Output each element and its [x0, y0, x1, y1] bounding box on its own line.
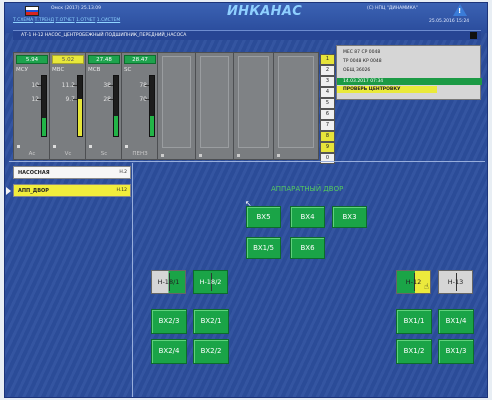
channel-value: 5.94 [16, 55, 48, 64]
event-timestamp: 14.03.2017 07:34 [337, 78, 482, 85]
info-panel: МЕС 87 СР 0048 ТР 0048 КР 0048 ОБЩ 36026… [336, 45, 482, 100]
channel-bar [41, 75, 47, 137]
nav-link-scheme[interactable]: Т.СХЕМА [13, 18, 33, 23]
channel-unit: Ас [28, 151, 36, 157]
logo: ИНКАНАС [227, 4, 303, 19]
schematic-title: АППАРАТНЫЙ ДВОР [271, 185, 344, 193]
title-bar: АТ-1 Н-12 НАСОС_ЦЕНТРОБЕЖНЫЙ ПОДШИПНИК_П… [13, 30, 481, 40]
list-item-selected[interactable]: АПП_ДВОР Н.12 [6, 184, 131, 197]
pump-h12[interactable]: Н-12 ☝ [396, 270, 431, 294]
divider [9, 161, 485, 162]
number-item[interactable]: 7 [320, 120, 335, 131]
valve-button-vx4[interactable]: ВХ4 [290, 206, 325, 228]
channel-2[interactable]: 5.02 МВС 11.2 9.7 Vc [50, 53, 86, 159]
scada-screen: Омск (2017) 25.13.09 Т.СХЕМА Т.ТРЕНД Т.О… [4, 2, 488, 398]
pump-h18-2[interactable]: Н-18/2 [193, 270, 228, 294]
top-bar: Омск (2017) 25.13.09 Т.СХЕМА Т.ТРЕНД Т.О… [5, 3, 487, 33]
pump-label: Н-18/2 [199, 278, 222, 286]
number-item[interactable]: 2 [320, 65, 335, 76]
number-item[interactable]: 1 [320, 54, 335, 65]
valve-button-vx2-2[interactable]: ВХ2/2 [193, 339, 229, 364]
valve-button-vx2-3[interactable]: ВХ2/3 [151, 309, 187, 334]
number-item[interactable]: 0 [320, 153, 335, 164]
datetime: 25.05.2016 15:24 [429, 19, 470, 24]
channel-unit: ПЕНЗ [132, 151, 148, 157]
pump-label: Н-13 [447, 278, 464, 286]
page-title: АТ-1 Н-12 НАСОС_ЦЕНТРОБЕЖНЫЙ ПОДШИПНИК_П… [21, 33, 187, 38]
nav-link-report-1[interactable]: 1.ОТЧЕТ [76, 18, 95, 23]
valve-button-vx3[interactable]: ВХ3 [332, 206, 367, 228]
channel-panel: 5.94 МСУ 10 12 Ас 5.02 МВС 11.2 9.7 Vc 2… [13, 52, 319, 160]
channel-slot-empty [274, 53, 318, 159]
list-item-code: Н.2 [119, 170, 127, 175]
valve-button-vx6[interactable]: ВХ6 [290, 237, 325, 259]
valve-button-vx1-1[interactable]: ВХ1/1 [396, 309, 432, 334]
channel-unit: Vc [64, 151, 72, 157]
selection-arrow-icon [6, 187, 11, 195]
info-line: ОБЩ 36026 [343, 68, 371, 73]
channel-slot-empty [158, 53, 196, 159]
channel-label: МСВ [88, 67, 101, 73]
number-item[interactable]: 8 [320, 131, 335, 142]
valve-button-vx5[interactable]: ВХ5 [246, 206, 281, 228]
pump-h13[interactable]: Н-13 [438, 270, 473, 294]
nav-links: Т.СХЕМА Т.ТРЕНД Т.ОТЧЕТ 1.ОТЧЕТ 1.СИСТЕМ [13, 18, 120, 24]
channel-value: 27.48 [88, 55, 120, 64]
pump-label: Н-18/1 [157, 278, 180, 286]
channel-slot-empty [234, 53, 274, 159]
divider [132, 163, 133, 397]
flag-icon [25, 6, 39, 16]
number-item[interactable]: 6 [320, 109, 335, 120]
channel-1[interactable]: 5.94 МСУ 10 12 Ас [14, 53, 50, 159]
channel-value: 28.47 [124, 55, 156, 64]
number-list: 1 2 3 4 5 6 7 8 9 0 [320, 54, 335, 164]
channel-bar [113, 75, 119, 137]
list-item[interactable]: НАСОСНАЯ Н.2 [13, 166, 131, 179]
channel-label: МСУ [16, 67, 28, 73]
alarm-message: ПРОВЕРЬ ЦЕНТРОВКУ [337, 86, 437, 93]
channel-3[interactable]: 27.48 МСВ 38 28 Sc [86, 53, 122, 159]
pump-label: Н-12 [405, 278, 422, 286]
channel-bar [149, 75, 155, 137]
info-line: ТР 0048 КР 0048 [343, 59, 382, 64]
number-item[interactable]: 3 [320, 76, 335, 87]
valve-button-vx1-4[interactable]: ВХ1/4 [438, 309, 474, 334]
channel-4[interactable]: 28.47 SC 78 70 ПЕНЗ [122, 53, 158, 159]
channel-slot-empty [196, 53, 234, 159]
valve-button-vx2-1[interactable]: ВХ2/1 [193, 309, 229, 334]
nav-link-system[interactable]: 1.СИСТЕМ [97, 18, 120, 23]
cursor-icon: ↖ [245, 199, 252, 208]
valve-button-vx1-2[interactable]: ВХ1/2 [396, 339, 432, 364]
info-line: МЕС 87 СР 0048 [343, 50, 381, 55]
warning-triangle-icon[interactable]: ! [453, 4, 467, 16]
list-item-code: Н.12 [116, 188, 127, 193]
object-list: НАСОСНАЯ Н.2 АПП_ДВОР Н.12 [6, 166, 131, 202]
number-item[interactable]: 9 [320, 142, 335, 153]
close-square-icon[interactable] [470, 32, 477, 39]
company-label: (С) НПЦ "ДИНАМИКА" [367, 6, 418, 11]
channel-unit: Sc [100, 151, 108, 157]
nav-link-report[interactable]: Т.ОТЧЕТ [55, 18, 74, 23]
channel-label: МВС [52, 67, 65, 73]
number-item[interactable]: 5 [320, 98, 335, 109]
location-time: Омск (2017) 25.13.09 [51, 6, 101, 11]
valve-button-vx2-4[interactable]: ВХ2/4 [151, 339, 187, 364]
hand-cursor-icon: ☝ [424, 282, 429, 291]
list-item-name: АПП_ДВОР [18, 188, 49, 194]
valve-button-vx1-5[interactable]: ВХ1/5 [246, 237, 281, 259]
number-item[interactable]: 4 [320, 87, 335, 98]
channel-label: SC [124, 67, 132, 73]
channel-value: 5.02 [52, 55, 84, 64]
nav-link-trend[interactable]: Т.ТРЕНД [35, 18, 54, 23]
list-item-name: НАСОСНАЯ [18, 170, 50, 176]
channel-bar [77, 75, 83, 137]
valve-button-vx1-3[interactable]: ВХ1/3 [438, 339, 474, 364]
pump-h18-1[interactable]: Н-18/1 [151, 270, 186, 294]
